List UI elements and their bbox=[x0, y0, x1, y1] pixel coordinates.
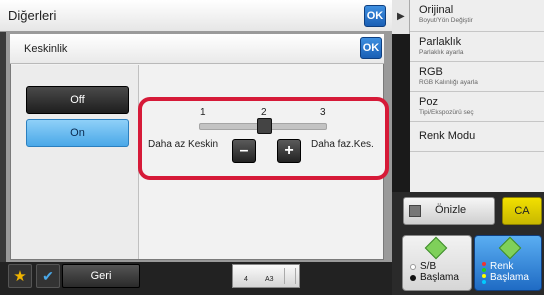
sharpness-slider-thumb[interactable] bbox=[257, 118, 272, 134]
ok-button-dialog[interactable]: OK bbox=[360, 37, 382, 59]
function-item-brightness[interactable]: Parlaklık Parlaklık ayarla bbox=[410, 32, 544, 62]
function-item-subtitle: Tipi/Ekspozürü seç bbox=[419, 109, 474, 116]
clear-all-button[interactable]: CA bbox=[502, 197, 542, 225]
function-item-title: RGB bbox=[419, 66, 443, 78]
preview-icon bbox=[409, 205, 421, 217]
function-item-subtitle: Boyut/Yön Değiştir bbox=[419, 17, 473, 24]
favorite-star-icon[interactable]: ★ bbox=[8, 264, 32, 288]
function-item-rgb[interactable]: RGB RGB Kalınlığı ayarla bbox=[410, 62, 544, 92]
arrow-right-icon: ▶ bbox=[397, 11, 405, 22]
bw-start-label-line1: S/B bbox=[420, 261, 437, 272]
on-button[interactable]: On bbox=[26, 119, 129, 147]
function-item-subtitle: RGB Kalınlığı ayarla bbox=[419, 79, 478, 86]
back-button[interactable]: Geri bbox=[62, 264, 140, 288]
slider-tick-2: 2 bbox=[261, 107, 267, 118]
red-dot-icon bbox=[482, 262, 486, 266]
green-dot-icon bbox=[482, 268, 486, 272]
less-sharp-label: Daha az Keskin bbox=[148, 139, 219, 150]
cyan-dot-icon bbox=[482, 280, 486, 284]
function-item-title: Poz bbox=[419, 96, 438, 108]
tray-paper-size: A3 bbox=[265, 276, 274, 283]
function-item-subtitle: Parlaklık ayarla bbox=[419, 49, 464, 56]
yellow-dot-icon bbox=[482, 274, 486, 278]
function-item-color-mode[interactable]: Renk Modu bbox=[410, 122, 544, 152]
preview-label: Önizle bbox=[435, 204, 467, 216]
more-sharp-label: Daha faz.Kes. bbox=[311, 139, 374, 150]
function-item-title: Parlaklık bbox=[419, 36, 462, 48]
bw-start-label: S/B Başlama bbox=[420, 261, 459, 283]
function-item-title: Renk Modu bbox=[419, 130, 476, 142]
page-title: Diğerleri bbox=[8, 8, 57, 23]
bw-start-label-line2: Başlama bbox=[420, 272, 459, 283]
tray-lines-icon bbox=[284, 268, 296, 284]
function-item-title: Orijinal bbox=[419, 4, 454, 16]
top-header-bar bbox=[0, 0, 392, 32]
function-panel: Orijinal Boyut/Yön Değiştir Parlaklık Pa… bbox=[410, 0, 544, 192]
slider-tick-3: 3 bbox=[320, 107, 326, 118]
off-button[interactable]: Off bbox=[26, 86, 129, 114]
color-start-label: Renk Başlama bbox=[490, 261, 529, 283]
decrease-button[interactable]: – bbox=[232, 139, 256, 163]
increase-button[interactable]: + bbox=[277, 139, 301, 163]
ok-button-top[interactable]: OK bbox=[364, 5, 386, 27]
function-item-original[interactable]: Orijinal Boyut/Yön Değiştir bbox=[410, 0, 544, 32]
color-start-label-line2: Başlama bbox=[490, 272, 529, 283]
white-dot-icon bbox=[410, 264, 416, 270]
checkmark-icon[interactable]: ✔ bbox=[36, 264, 60, 288]
dialog-title: Keskinlik bbox=[24, 43, 68, 55]
tray-number: 4 bbox=[244, 276, 248, 283]
color-start-label-line1: Renk bbox=[490, 261, 514, 272]
black-dot-icon bbox=[410, 275, 416, 281]
function-item-exposure[interactable]: Poz Tipi/Ekspozürü seç bbox=[410, 92, 544, 122]
slider-tick-1: 1 bbox=[200, 107, 206, 118]
